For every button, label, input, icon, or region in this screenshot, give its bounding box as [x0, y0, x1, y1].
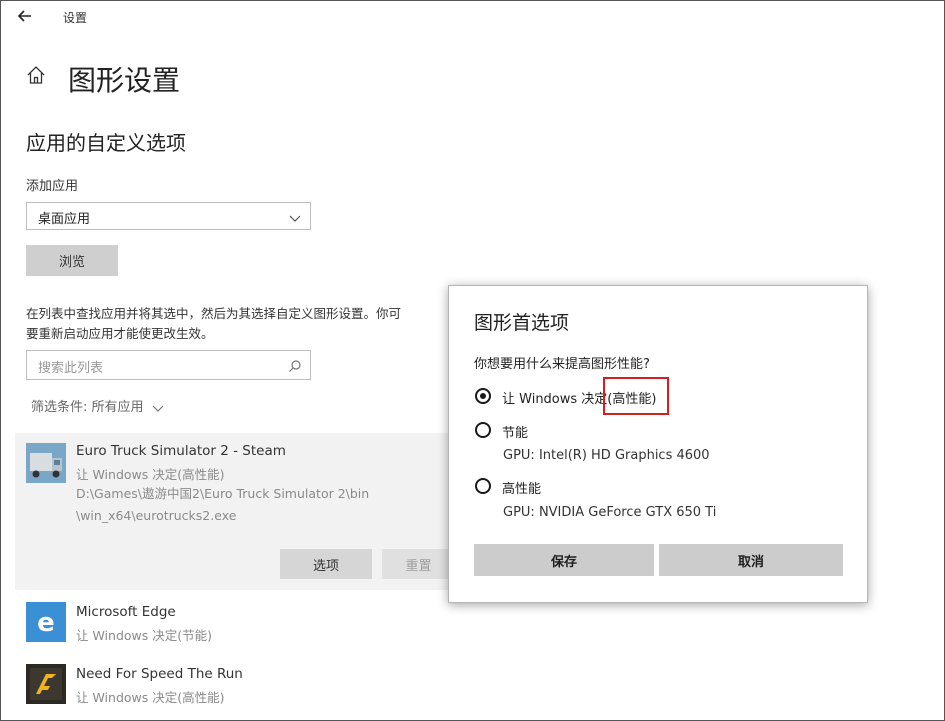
search-icon[interactable]	[288, 358, 302, 372]
radio-let-windows-decide[interactable]	[475, 388, 491, 404]
section-title: 应用的自定义选项	[26, 131, 186, 155]
dialog-title: 图形首选项	[474, 312, 570, 334]
svg-text:e: e	[37, 608, 55, 638]
edge-icon: e	[26, 602, 66, 642]
app-setting: 让 Windows 决定(高性能)	[76, 690, 225, 705]
radio-high-performance[interactable]	[475, 478, 491, 494]
app-list-item-selected[interactable]: Euro Truck Simulator 2 - Steam 让 Windows…	[15, 433, 455, 590]
app-path: D:\Games\遨游中国2\Euro Truck Simulator 2\bi…	[76, 483, 369, 527]
description-text: 在列表中查找应用并将其选中，然后为其选择自定义图形设置。你可 要重新启动应用才能…	[26, 304, 456, 344]
save-button[interactable]: 保存	[474, 544, 654, 576]
app-name: Need For Speed The Run	[76, 666, 243, 682]
nfs-icon	[26, 664, 66, 704]
browse-button[interactable]: 浏览	[26, 245, 118, 276]
app-path-line-2: \win_x64\eurotrucks2.exe	[76, 508, 237, 523]
app-list-item[interactable]: e Microsoft Edge 让 Windows 决定(节能)	[15, 596, 455, 651]
search-input[interactable]: 搜索此列表	[26, 350, 311, 380]
option-power-saving-label[interactable]: 节能	[502, 422, 528, 441]
app-name: Microsoft Edge	[76, 604, 176, 620]
app-setting: 让 Windows 决定(高性能)	[76, 467, 225, 482]
radio-power-saving[interactable]	[475, 422, 491, 438]
description-line-1: 在列表中查找应用并将其选中，然后为其选择自定义图形设置。你可	[26, 306, 402, 321]
search-placeholder: 搜索此列表	[38, 361, 104, 376]
truck-icon	[26, 443, 66, 483]
filter-label: 筛选条件: 所有应用	[31, 400, 144, 415]
option-high-performance-gpu: GPU: NVIDIA GeForce GTX 650 Ti	[503, 505, 717, 520]
add-app-label: 添加应用	[26, 179, 79, 194]
settings-window: 设置 图形设置 应用的自定义选项 添加应用 桌面应用 浏览 在列表中查找应用并将…	[0, 0, 945, 721]
chevron-down-icon	[288, 210, 302, 224]
window-title: 设置	[63, 11, 88, 25]
option-power-saving-gpu: GPU: Intel(R) HD Graphics 4600	[503, 448, 710, 463]
option-high-performance-label[interactable]: 高性能	[502, 478, 541, 497]
app-path-line-1: D:\Games\遨游中国2\Euro Truck Simulator 2\bi…	[76, 486, 370, 501]
options-button[interactable]: 选项	[280, 549, 372, 579]
highlight-box	[603, 377, 669, 415]
back-arrow-icon[interactable]	[15, 5, 37, 27]
app-name: Euro Truck Simulator 2 - Steam	[76, 443, 286, 459]
description-line-2: 要重新启动应用才能使更改生效。	[26, 326, 214, 341]
app-type-value: 桌面应用	[38, 212, 91, 227]
dialog-question: 你想要用什么来提高图形性能?	[474, 357, 650, 372]
page-title: 图形设置	[68, 64, 181, 97]
app-type-dropdown[interactable]: 桌面应用	[26, 202, 311, 230]
reset-button[interactable]: 重置	[382, 549, 455, 579]
chevron-down-icon	[152, 402, 164, 414]
filter-dropdown[interactable]: 筛选条件: 所有应用	[31, 396, 164, 415]
app-list-item[interactable]: Need For Speed The Run 让 Windows 决定(高性能)	[15, 658, 455, 713]
app-setting: 让 Windows 决定(节能)	[76, 628, 212, 643]
home-icon[interactable]	[25, 64, 47, 86]
graphics-preference-dialog: 图形首选项 你想要用什么来提高图形性能? 让 Windows 决定(高性能) 节…	[448, 285, 868, 603]
cancel-button[interactable]: 取消	[659, 544, 843, 576]
